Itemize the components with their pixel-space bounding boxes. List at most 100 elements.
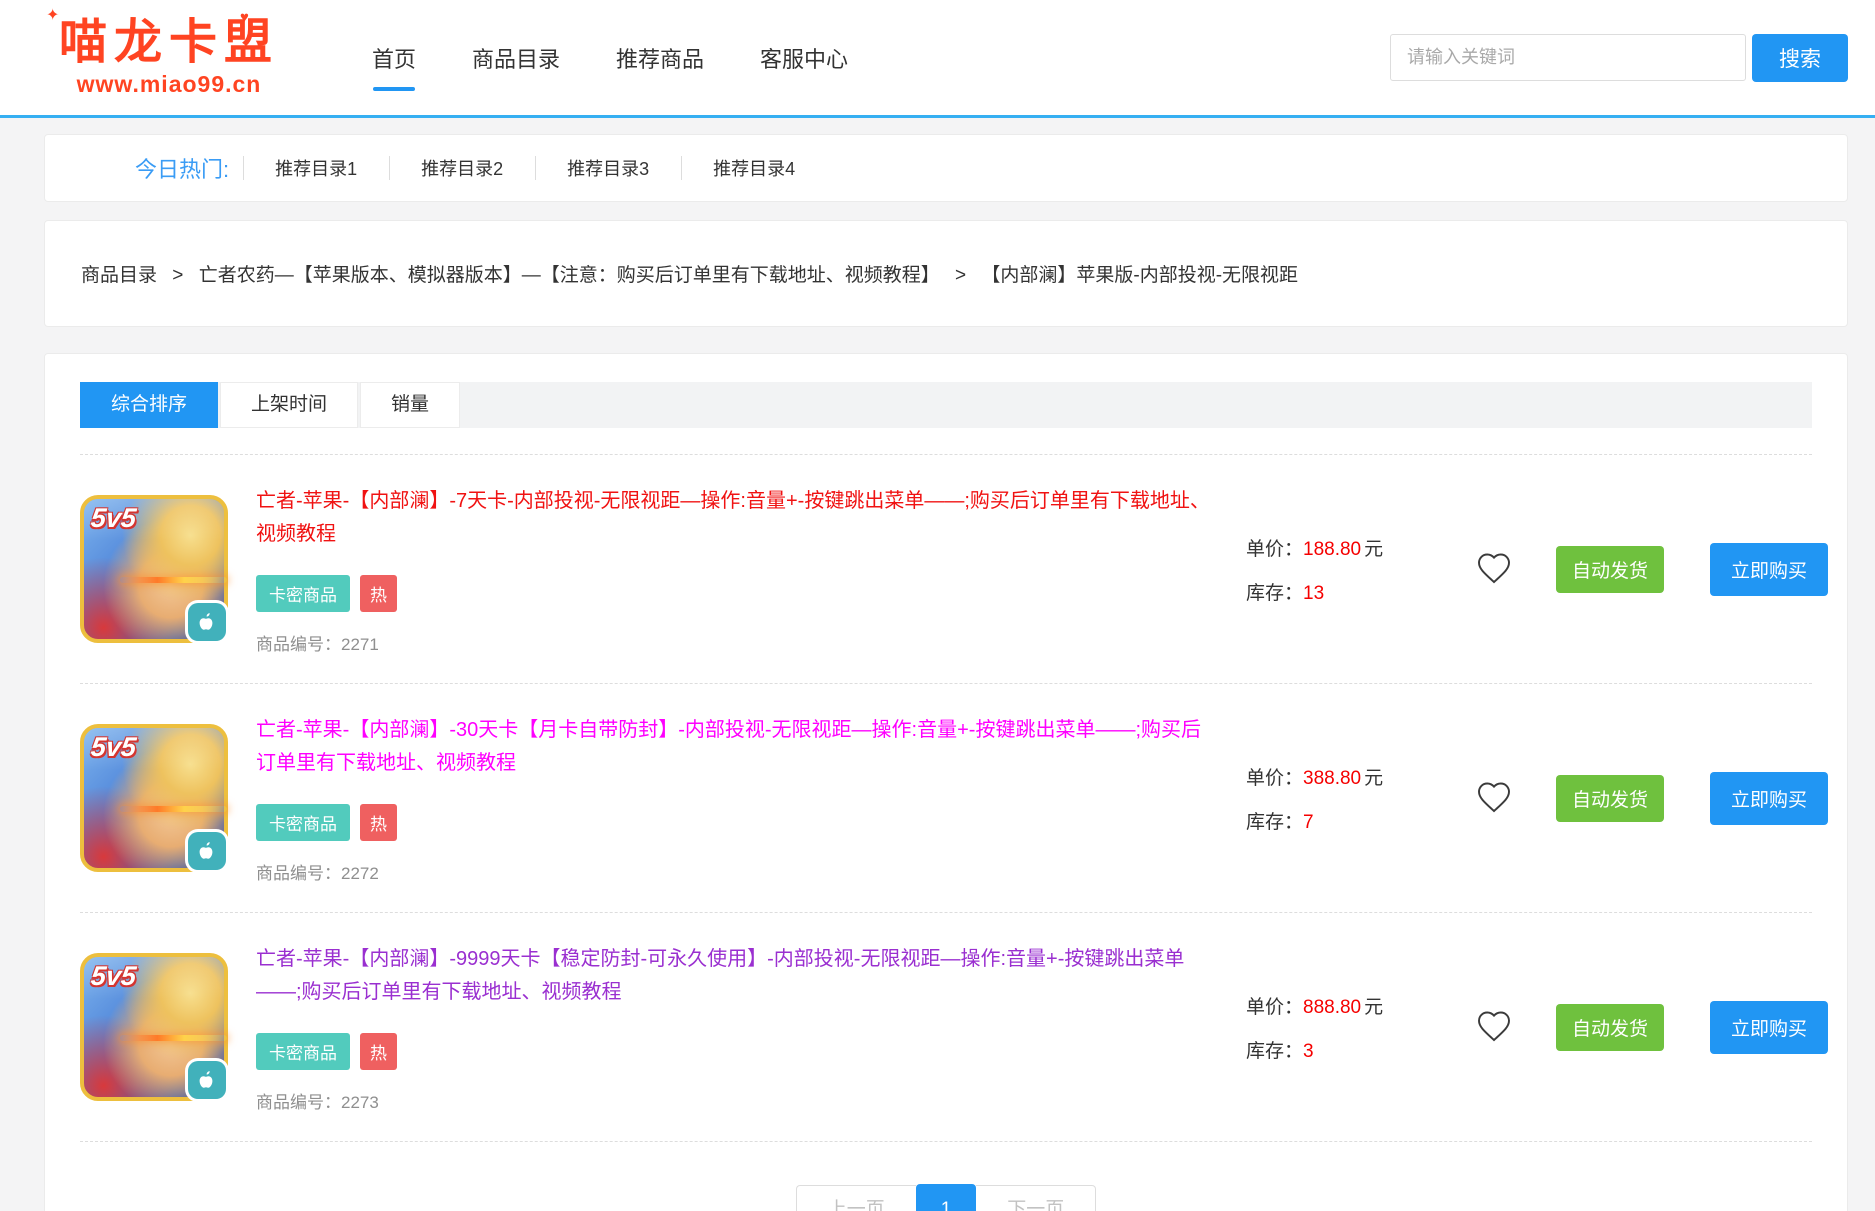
apple-icon: [188, 603, 226, 641]
product-image[interactable]: 5v5: [80, 953, 228, 1101]
price-unit: 元: [1364, 997, 1383, 1018]
pagination: 上一页 1 下一页: [80, 1184, 1812, 1211]
stock-line: 库存：13: [1246, 578, 1432, 605]
card-product-tag: 卡密商品: [256, 575, 350, 612]
hot-tag: 热: [360, 575, 397, 612]
product-image[interactable]: 5v5: [80, 724, 228, 872]
eye-glow-decoration: [120, 577, 226, 583]
price-unit: 元: [1364, 539, 1383, 560]
search-box: 搜索: [1390, 34, 1848, 82]
stock-value: 7: [1303, 812, 1314, 833]
nav-item-support[interactable]: 客服中心: [732, 0, 876, 115]
logo-heart-icon: ♥: [240, 9, 249, 26]
price-value: 188.80: [1303, 539, 1361, 560]
price-label: 单价：: [1246, 997, 1303, 1018]
hot-item-2[interactable]: 推荐目录2: [389, 151, 535, 185]
sku-row: 商品编号：2271: [256, 630, 1218, 655]
price-line: 单价：888.80元: [1246, 992, 1432, 1019]
breadcrumb-separator: >: [172, 265, 183, 286]
hot-bar: 今日热门: 推荐目录1 推荐目录2 推荐目录3 推荐目录4: [44, 134, 1848, 202]
prev-page-button[interactable]: 上一页: [796, 1185, 916, 1211]
product-row: 5v5 亡者-苹果-【内部澜】-7天卡-内部投视-无限视距—操作:音量+-按键跳…: [80, 454, 1812, 683]
tab-composite-sort[interactable]: 综合排序: [80, 382, 218, 428]
breadcrumb-catalog[interactable]: 商品目录: [81, 265, 157, 286]
favorite-heart-icon[interactable]: [1474, 550, 1514, 589]
stock-value: 13: [1303, 583, 1324, 604]
nav-item-home[interactable]: 首页: [344, 0, 444, 115]
hot-tag: 热: [360, 1033, 397, 1070]
hot-item-4[interactable]: 推荐目录4: [681, 151, 827, 185]
auto-delivery-button[interactable]: 自动发货: [1556, 1004, 1664, 1051]
apple-icon: [188, 1061, 226, 1099]
buy-now-button[interactable]: 立即购买: [1710, 1001, 1828, 1054]
sku-label: 商品编号：: [256, 1093, 341, 1112]
auto-delivery-button[interactable]: 自动发货: [1556, 546, 1664, 593]
5v5-badge: 5v5: [89, 732, 137, 763]
sku-value: 2272: [341, 864, 379, 883]
favorite-heart-icon[interactable]: [1474, 779, 1514, 818]
product-image[interactable]: 5v5: [80, 495, 228, 643]
stock-label: 库存：: [1246, 812, 1303, 833]
sku-label: 商品编号：: [256, 635, 341, 654]
stock-value: 3: [1303, 1041, 1314, 1062]
sku-value: 2271: [341, 635, 379, 654]
tab-listing-time[interactable]: 上架时间: [220, 382, 358, 428]
site-logo[interactable]: ✦ ♥ 喵龙卡盟 www.miao99.cn: [44, 17, 294, 99]
breadcrumb-current: 【内部澜】苹果版-内部投视-无限视距: [981, 265, 1298, 286]
buy-now-button[interactable]: 立即购买: [1710, 543, 1828, 596]
product-title[interactable]: 亡者-苹果-【内部澜】-9999天卡【稳定防封-可永久使用】-内部投视-无限视距…: [256, 943, 1218, 1009]
buy-now-button[interactable]: 立即购买: [1710, 772, 1828, 825]
sku-row: 商品编号：2273: [256, 1088, 1218, 1113]
hot-item-3[interactable]: 推荐目录3: [535, 151, 681, 185]
5v5-badge: 5v5: [89, 961, 137, 992]
price-line: 单价：188.80元: [1246, 534, 1432, 561]
stock-line: 库存：3: [1246, 1036, 1432, 1063]
stock-line: 库存：7: [1246, 807, 1432, 834]
product-info: 亡者-苹果-【内部澜】-7天卡-内部投视-无限视距—操作:音量+-按键跳出菜单—…: [256, 483, 1218, 655]
current-page-button[interactable]: 1: [916, 1184, 977, 1211]
product-info: 亡者-苹果-【内部澜】-9999天卡【稳定防封-可永久使用】-内部投视-无限视距…: [256, 941, 1218, 1113]
price-label: 单价：: [1246, 539, 1303, 560]
apple-icon: [188, 832, 226, 870]
hot-tag: 热: [360, 804, 397, 841]
breadcrumb: 商品目录 > 亡者农药—【苹果版本、模拟器版本】—【注意：购买后订单里有下载地址…: [44, 220, 1848, 327]
auto-delivery-button[interactable]: 自动发货: [1556, 775, 1664, 822]
stock-label: 库存：: [1246, 1041, 1303, 1062]
tag-row: 卡密商品 热: [256, 804, 1218, 841]
hot-item-1[interactable]: 推荐目录1: [243, 151, 389, 185]
product-info: 亡者-苹果-【内部澜】-30天卡【月卡自带防封】-内部投视-无限视距—操作:音量…: [256, 712, 1218, 884]
next-page-button[interactable]: 下一页: [976, 1185, 1096, 1211]
product-title[interactable]: 亡者-苹果-【内部澜】-7天卡-内部投视-无限视距—操作:音量+-按键跳出菜单—…: [256, 485, 1218, 551]
breadcrumb-category[interactable]: 亡者农药—【苹果版本、模拟器版本】—【注意：购买后订单里有下载地址、视频教程】: [199, 265, 940, 286]
eye-glow-decoration: [120, 806, 226, 812]
logo-text: 喵龙卡盟: [44, 17, 294, 70]
logo-star-icon: ✦: [46, 5, 59, 25]
sku-value: 2273: [341, 1093, 379, 1112]
tab-sales[interactable]: 销量: [360, 382, 460, 428]
product-row: 5v5 亡者-苹果-【内部澜】-30天卡【月卡自带防封】-内部投视-无限视距—操…: [80, 683, 1812, 912]
price-block: 单价：888.80元 库存：3: [1246, 992, 1432, 1063]
price-block: 单价：388.80元 库存：7: [1246, 763, 1432, 834]
tag-row: 卡密商品 热: [256, 1033, 1218, 1070]
main-nav: 首页 商品目录 推荐商品 客服中心: [344, 0, 876, 115]
sort-tab-strip: 综合排序 上架时间 销量: [80, 382, 1812, 428]
price-label: 单价：: [1246, 768, 1303, 789]
nav-item-catalog[interactable]: 商品目录: [444, 0, 588, 115]
price-value: 888.80: [1303, 997, 1361, 1018]
price-block: 单价：188.80元 库存：13: [1246, 534, 1432, 605]
site-header: ✦ ♥ 喵龙卡盟 www.miao99.cn 首页 商品目录 推荐商品 客服中心…: [0, 0, 1875, 118]
price-line: 单价：388.80元: [1246, 763, 1432, 790]
product-row: 5v5 亡者-苹果-【内部澜】-9999天卡【稳定防封-可永久使用】-内部投视-…: [80, 912, 1812, 1142]
search-input[interactable]: [1390, 34, 1746, 81]
sku-label: 商品编号：: [256, 864, 341, 883]
breadcrumb-separator: >: [955, 265, 966, 286]
search-button[interactable]: 搜索: [1752, 34, 1848, 82]
favorite-heart-icon[interactable]: [1474, 1008, 1514, 1047]
eye-glow-decoration: [120, 1035, 226, 1041]
tag-row: 卡密商品 热: [256, 575, 1218, 612]
price-unit: 元: [1364, 768, 1383, 789]
product-title[interactable]: 亡者-苹果-【内部澜】-30天卡【月卡自带防封】-内部投视-无限视距—操作:音量…: [256, 714, 1218, 780]
logo-url: www.miao99.cn: [44, 71, 294, 98]
nav-item-recommended[interactable]: 推荐商品: [588, 0, 732, 115]
card-product-tag: 卡密商品: [256, 804, 350, 841]
